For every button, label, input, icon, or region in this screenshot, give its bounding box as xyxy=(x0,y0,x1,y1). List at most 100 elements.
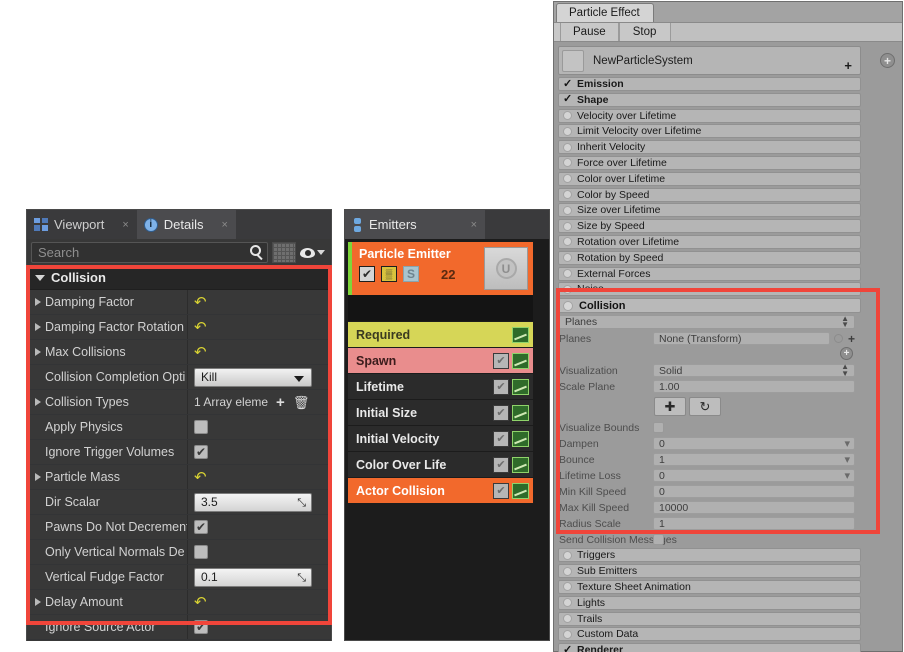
property-row[interactable]: Pawns Do Not Decrement ✔ xyxy=(27,515,331,540)
toggle-circle-icon[interactable] xyxy=(563,300,573,311)
revert-arrow-icon[interactable]: ↶ xyxy=(194,319,207,335)
module-enable-checkbox[interactable]: ✔ xyxy=(493,378,509,395)
close-icon[interactable]: × xyxy=(471,219,477,231)
enabled-checkbox[interactable]: ✔ xyxy=(359,266,375,282)
expand-triangle-icon[interactable] xyxy=(35,473,41,481)
collision-mode-dropdown[interactable]: Planes ▲ ▼ xyxy=(558,314,855,330)
module-enable-checkbox[interactable]: ✔ xyxy=(493,482,509,499)
planes-object-field[interactable]: None (Transform) xyxy=(653,332,830,346)
unity-module-row[interactable]: Limit Velocity over Lifetime xyxy=(558,124,861,139)
property-row[interactable]: Collision Types 1 Array eleme + 🗑 xyxy=(27,390,331,415)
checkmark-icon[interactable]: ✓ xyxy=(563,94,572,105)
unity-module-row[interactable]: Trails xyxy=(558,611,861,626)
unity-module-row[interactable]: ✓ Emission xyxy=(558,77,861,91)
checkmark-icon[interactable]: ✓ xyxy=(563,78,572,90)
unity-module-row[interactable]: Rotation over Lifetime xyxy=(558,234,861,249)
toggle-circle-icon[interactable] xyxy=(563,269,572,279)
toggle-circle-icon[interactable] xyxy=(563,237,572,247)
property-row[interactable]: Delay Amount ↶ xyxy=(27,590,331,615)
module-enable-checkbox[interactable]: ✔ xyxy=(493,404,509,421)
collision-field-input[interactable]: 0 ▾ xyxy=(653,437,855,451)
unity-module-row[interactable]: Sub Emitters xyxy=(558,564,861,579)
emitter-module-row[interactable]: Initial Velocity ✔ xyxy=(348,426,533,451)
pause-button[interactable]: Pause xyxy=(560,23,619,41)
module-enable-checkbox[interactable]: ✔ xyxy=(493,352,509,369)
unity-module-row[interactable]: Noise xyxy=(558,282,861,297)
property-row[interactable]: Max Collisions ↶ xyxy=(27,340,331,365)
emitter-module-row[interactable]: Initial Size ✔ xyxy=(348,400,533,425)
toggle-circle-icon[interactable] xyxy=(563,566,572,576)
toggle-circle-icon[interactable] xyxy=(563,598,572,608)
property-row[interactable]: Particle Mass ↶ xyxy=(27,465,331,490)
unity-module-row[interactable]: Lights xyxy=(558,595,861,610)
property-checkbox[interactable] xyxy=(194,545,208,559)
property-row[interactable]: Damping Factor ↶ xyxy=(27,290,331,315)
unity-module-row[interactable]: Custom Data xyxy=(558,627,861,642)
property-checkbox[interactable]: ✔ xyxy=(194,620,208,634)
collision-field-checkbox[interactable] xyxy=(653,422,664,434)
toggle-circle-icon[interactable] xyxy=(563,190,572,200)
emitter-module-row[interactable]: Spawn ✔ xyxy=(348,348,533,373)
category-collision[interactable]: Collision xyxy=(27,266,331,290)
visualization-dropdown[interactable]: Solid ▲ ▼ xyxy=(653,363,855,378)
toggle-circle-icon[interactable] xyxy=(563,582,572,592)
property-row[interactable]: Ignore Trigger Volumes ✔ xyxy=(27,440,331,465)
unity-module-row[interactable]: ✓ Renderer xyxy=(558,643,861,652)
unity-module-row[interactable]: ✓ Shape xyxy=(558,92,861,107)
curve-graph-icon[interactable] xyxy=(512,482,529,499)
unity-module-row[interactable]: Color over Lifetime xyxy=(558,171,861,186)
tab-particle-effect[interactable]: Particle Effect xyxy=(556,3,654,22)
grid-view-icon[interactable] xyxy=(272,242,296,263)
render-mode-badge[interactable]: ▒ xyxy=(381,266,397,282)
property-checkbox[interactable]: ✔ xyxy=(194,520,208,534)
toggle-circle-icon[interactable] xyxy=(563,550,572,560)
solo-badge[interactable]: S xyxy=(403,266,419,282)
module-enable-checkbox[interactable]: ✔ xyxy=(493,456,509,473)
drag-handle-icon[interactable]: ⤡ xyxy=(297,497,306,510)
unity-module-row[interactable]: Size by Speed xyxy=(558,219,861,234)
move-gizmo-icon[interactable]: ✚ xyxy=(654,397,686,417)
close-icon[interactable]: × xyxy=(222,219,228,231)
toggle-circle-icon[interactable] xyxy=(563,174,572,184)
curve-graph-icon[interactable] xyxy=(512,404,529,421)
add-element-icon[interactable]: + xyxy=(276,395,285,410)
property-number-input[interactable]: 3.5 ⤡ xyxy=(194,492,312,512)
unity-module-row[interactable]: Inherit Velocity xyxy=(558,140,861,155)
toggle-circle-icon[interactable] xyxy=(563,614,572,624)
expand-triangle-icon[interactable] xyxy=(35,348,41,356)
object-picker-icon[interactable] xyxy=(833,334,843,344)
unity-module-row[interactable]: Velocity over Lifetime xyxy=(558,108,861,123)
stop-button[interactable]: Stop xyxy=(618,23,671,41)
curve-graph-icon[interactable] xyxy=(512,430,529,447)
collision-module-header[interactable]: Collision xyxy=(558,298,861,314)
module-enable-checkbox[interactable]: ✔ xyxy=(493,430,509,447)
emitter-module-row[interactable]: Color Over Life ✔ xyxy=(348,452,533,477)
collision-field-input[interactable]: 1 xyxy=(653,517,855,531)
property-number-input[interactable]: 0.1 ⤡ xyxy=(194,567,312,587)
unity-module-row[interactable]: Force over Lifetime xyxy=(558,155,861,170)
add-subsystem-icon[interactable]: + xyxy=(844,59,852,72)
collision-field-input[interactable]: 10000 xyxy=(653,501,855,515)
property-dropdown[interactable]: Kill xyxy=(194,367,312,387)
add-circle-icon[interactable]: + xyxy=(880,53,895,68)
emitter-module-row[interactable]: Actor Collision ✔ xyxy=(348,478,533,503)
revert-arrow-icon[interactable]: ↶ xyxy=(194,344,207,360)
property-row[interactable]: Damping Factor Rotation ↶ xyxy=(27,315,331,340)
toggle-circle-icon[interactable] xyxy=(563,126,572,136)
unity-module-row[interactable]: External Forces xyxy=(558,266,861,281)
revert-arrow-icon[interactable]: ↶ xyxy=(194,594,207,610)
toggle-circle-icon[interactable] xyxy=(563,205,572,215)
curve-graph-icon[interactable] xyxy=(512,456,529,473)
property-row[interactable]: Collision Completion Opti Kill xyxy=(27,365,331,390)
revert-arrow-icon[interactable]: ↶ xyxy=(194,469,207,485)
toggle-circle-icon[interactable] xyxy=(563,284,572,294)
toggle-circle-icon[interactable] xyxy=(563,629,572,639)
expand-triangle-icon[interactable] xyxy=(35,323,41,331)
property-row[interactable]: Vertical Fudge Factor 0.1 ⤡ xyxy=(27,565,331,590)
curve-graph-icon[interactable] xyxy=(512,352,529,369)
toggle-circle-icon[interactable] xyxy=(563,221,572,231)
tab-details[interactable]: i Details × xyxy=(136,210,236,239)
toggle-circle-icon[interactable] xyxy=(563,158,572,168)
emitter-header[interactable]: Particle Emitter ✔ ▒ S 22 U xyxy=(348,242,533,295)
unity-module-row[interactable]: Size over Lifetime xyxy=(558,203,861,218)
